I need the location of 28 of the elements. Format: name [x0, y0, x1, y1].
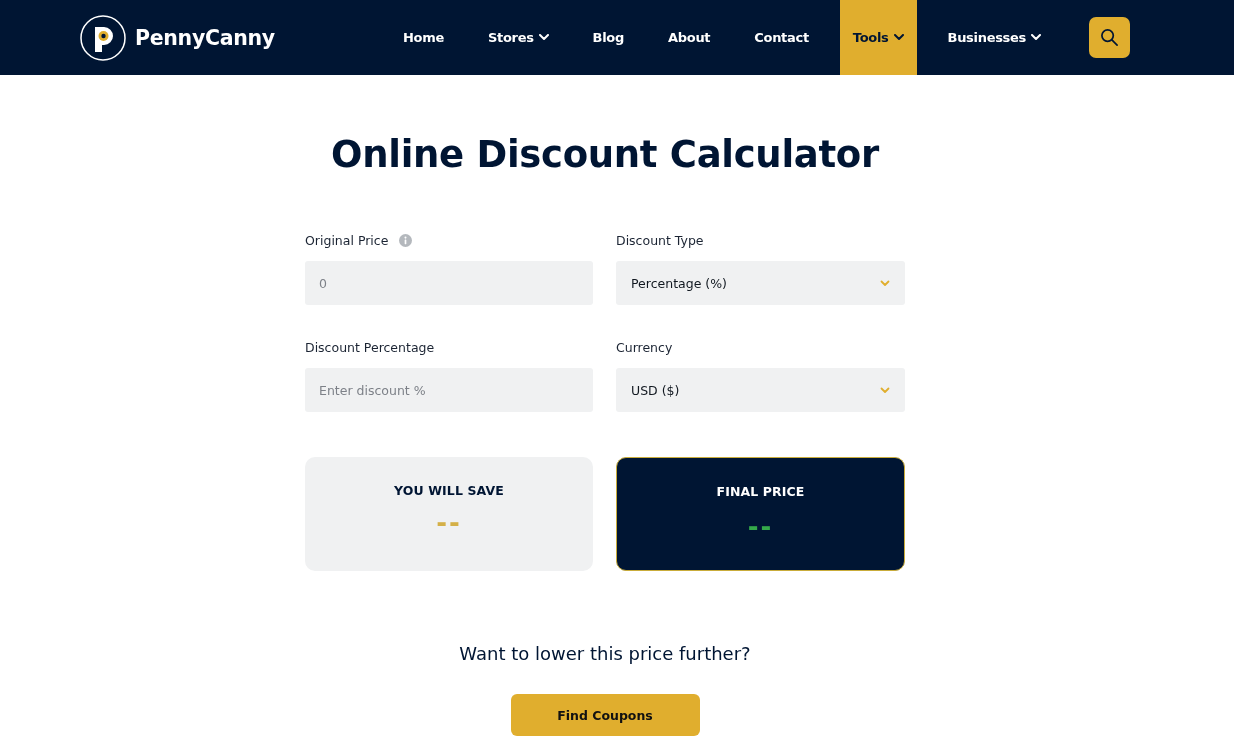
- brand-name[interactable]: PennyCanny: [135, 25, 275, 50]
- result-label: YOU WILL SAVE: [394, 483, 504, 498]
- nav-link[interactable]: Contact: [741, 0, 822, 75]
- nav-link[interactable]: About: [655, 0, 724, 75]
- coupon-prompt: Want to lower this price further?: [458, 643, 752, 664]
- field-label: Currency: [616, 339, 673, 355]
- nav-link[interactable]: Tools: [839, 0, 917, 75]
- find-coupons-button[interactable]: Find Coupons: [510, 694, 700, 736]
- field-label: Original Price: [305, 232, 389, 248]
- input-field[interactable]: 0: [305, 261, 593, 305]
- nav-link[interactable]: Blog: [579, 0, 637, 75]
- result-value: --: [436, 508, 462, 538]
- dropdown-field[interactable]: USD ($): [616, 368, 905, 412]
- nav-link[interactable]: Stores: [474, 0, 562, 75]
- result-label: FINAL PRICE: [716, 484, 805, 499]
- result-value: --: [747, 512, 774, 542]
- search-button[interactable]: [1089, 17, 1130, 58]
- page-title: Online Discount Calculator: [330, 132, 880, 178]
- dropdown-field[interactable]: Percentage (%): [616, 261, 905, 305]
- input-field[interactable]: Enter discount %: [305, 368, 593, 412]
- chevron-down-icon: [880, 279, 890, 287]
- chevron-down-icon: [880, 386, 890, 394]
- nav-link[interactable]: Home: [389, 0, 457, 75]
- logo-icon[interactable]: [80, 14, 126, 61]
- search-icon: [1100, 28, 1119, 47]
- field-label: Discount Type: [616, 232, 704, 248]
- field-label: Discount Percentage: [305, 339, 435, 355]
- nav-link[interactable]: Businesses: [934, 0, 1054, 75]
